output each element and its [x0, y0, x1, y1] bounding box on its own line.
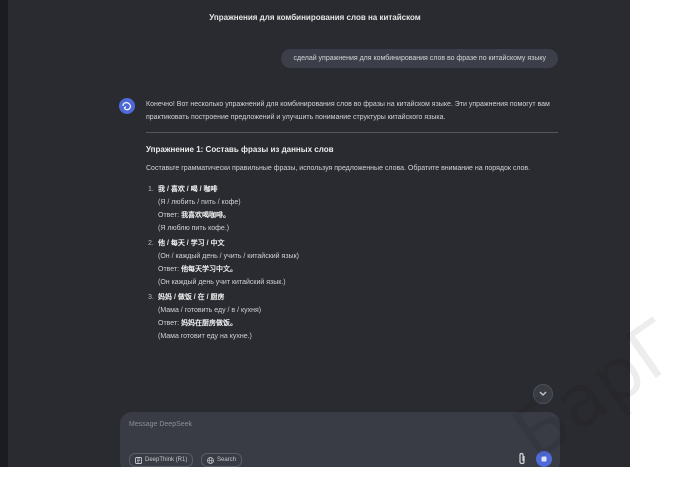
deepthink-icon — [135, 456, 142, 464]
item-number: 2. — [148, 240, 154, 247]
conversation-title: Упражнения для комбинирования слов на ки… — [209, 13, 421, 22]
item-translation: (Он / каждый день / учить / китайский яз… — [158, 253, 299, 260]
answer-label: Ответ: — [158, 266, 180, 273]
globe-icon — [207, 456, 214, 464]
assistant-avatar-icon — [119, 98, 135, 114]
assistant-intro: Конечно! Вот несколько упражнений для ко… — [146, 101, 550, 121]
divider — [146, 132, 558, 133]
deepthink-label: DeepThink (R1) — [145, 457, 188, 463]
left-rail — [0, 0, 8, 467]
item-words: 我 / 喜欢 / 喝 / 咖啡 — [158, 186, 218, 193]
answer-label: Ответ: — [158, 212, 180, 219]
search-label: Search — [217, 457, 237, 463]
exercise-list: 1. 我 / 喜欢 / 喝 / 咖啡 (Я / любить / пить / … — [146, 183, 558, 343]
item-answer: 我喜欢喝咖啡。 — [181, 212, 231, 219]
list-item: 1. 我 / 喜欢 / 喝 / 咖啡 (Я / любить / пить / … — [148, 183, 558, 235]
item-number: 1. — [148, 186, 154, 193]
item-translation: (Мама / готовить еду / в / кухня) — [158, 307, 262, 314]
item-translation: (Я / любить / пить / кофе) — [158, 199, 241, 206]
send-button[interactable] — [536, 451, 552, 467]
answer-label: Ответ: — [158, 320, 180, 327]
item-answer: 他每天学习中文。 — [181, 266, 238, 273]
item-answer: 妈妈在厨房做饭。 — [181, 320, 238, 327]
item-answer-line: Ответ: 他每天学习中文。 — [158, 263, 558, 276]
item-words: 妈妈 / 做饭 / 在 / 厨房 — [158, 294, 225, 301]
exercise-title: Упражнение 1: Составь фразы из данных сл… — [146, 145, 334, 154]
item-words: 他 / 每天 / 学习 / 中文 — [158, 240, 225, 247]
chat-window: Упражнения для комбинирования слов на ки… — [0, 0, 630, 467]
exercise-description: Составьте грамматически правильные фразы… — [146, 165, 531, 172]
assistant-message: Конечно! Вот несколько упражнений для ко… — [146, 98, 558, 345]
item-answer-translation: (Он каждый день учит китайский язык.) — [158, 279, 286, 286]
item-number: 3. — [148, 294, 154, 301]
item-answer-line: Ответ: 妈妈在厨房做饭。 — [158, 317, 558, 330]
search-toggle[interactable]: Search — [201, 453, 243, 467]
item-answer-translation: (Мама готовит еду на кухне.) — [158, 333, 252, 340]
item-answer-translation: (Я люблю пить кофе.) — [158, 225, 230, 232]
paperclip-icon[interactable] — [516, 452, 528, 466]
message-input[interactable]: Message DeepSeek — [129, 421, 192, 428]
user-message: сделай упражнения для комбинирования сло… — [281, 49, 558, 68]
scroll-down-button[interactable] — [533, 384, 553, 404]
message-composer[interactable]: Message DeepSeek DeepThink (R1) Search — [120, 412, 560, 467]
item-answer-line: Ответ: 我喜欢喝咖啡。 — [158, 209, 558, 222]
list-item: 3. 妈妈 / 做饭 / 在 / 厨房 (Мама / готовить еду… — [148, 291, 558, 343]
chevron-down-icon — [539, 391, 547, 396]
send-icon — [541, 456, 547, 462]
list-item: 2. 他 / 每天 / 学习 / 中文 (Он / каждый день / … — [148, 237, 558, 289]
deepthink-toggle[interactable]: DeepThink (R1) — [129, 453, 194, 467]
